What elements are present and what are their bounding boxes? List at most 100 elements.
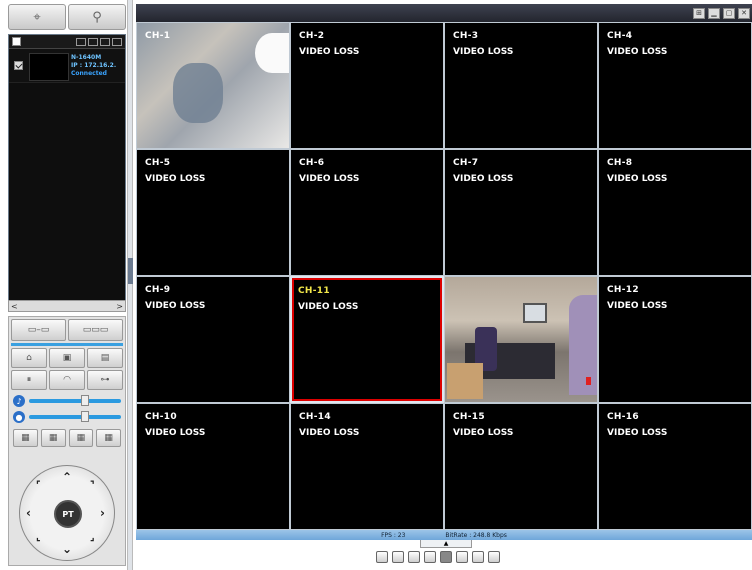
select-all-checkbox[interactable]: [12, 37, 21, 46]
multi-connect-button[interactable]: ▭▭▭: [68, 319, 123, 341]
channel-cell[interactable]: CH-1: [136, 22, 290, 149]
preset-3-icon[interactable]: ▦: [68, 429, 94, 447]
channel-cell[interactable]: CH-12 VIDEO LOSS: [598, 276, 752, 403]
camera-image: [255, 33, 289, 73]
video-loss-label: VIDEO LOSS: [299, 174, 360, 184]
video-loss-label: VIDEO LOSS: [145, 428, 206, 438]
layout-icon[interactable]: ▤: [87, 348, 123, 368]
ptz-upleft-icon[interactable]: ⌜: [36, 480, 41, 491]
channel-cell[interactable]: CH-5 VIDEO LOSS: [136, 149, 290, 276]
video-loss-label: VIDEO LOSS: [299, 428, 360, 438]
expand-tab[interactable]: ▲: [420, 540, 472, 548]
volume-slider[interactable]: ♪: [13, 394, 121, 408]
splitter-grip[interactable]: [128, 258, 133, 284]
channel-cell[interactable]: CH-14 VIDEO LOSS: [290, 403, 444, 530]
capture-icon[interactable]: ▣: [49, 348, 85, 368]
layout-9-icon[interactable]: [424, 551, 436, 563]
channel-cell[interactable]: CH-10 VIDEO LOSS: [136, 403, 290, 530]
video-loss-label: VIDEO LOSS: [607, 301, 668, 311]
scroll-right-icon[interactable]: >: [116, 302, 123, 311]
video-loss-label: VIDEO LOSS: [145, 174, 206, 184]
bitrate-readout: BitRate : 248.8 Kbps: [445, 531, 507, 539]
close-icon[interactable]: ✕: [738, 7, 750, 19]
channel-cell[interactable]: CH-15 VIDEO LOSS: [444, 403, 598, 530]
device-thumbnail: [29, 53, 69, 81]
home-icon[interactable]: ⌂: [11, 348, 47, 368]
channel-cell[interactable]: CH-4 VIDEO LOSS: [598, 22, 752, 149]
channel-cell[interactable]: CH-7 VIDEO LOSS: [444, 149, 598, 276]
layout-1-icon[interactable]: [376, 551, 388, 563]
mic-knob[interactable]: [81, 411, 89, 422]
channel-cell[interactable]: CH-16 VIDEO LOSS: [598, 403, 752, 530]
scroll-left-icon[interactable]: <: [11, 302, 18, 311]
preset-2-icon[interactable]: ▦: [40, 429, 66, 447]
layout-next-icon[interactable]: [472, 551, 484, 563]
channel-cell-selected[interactable]: CH-11 VIDEO LOSS: [292, 278, 442, 401]
channel-grid: CH-1 CH-2 VIDEO LOSS CH-3 VIDEO LOSS CH-4 V…: [136, 22, 752, 530]
video-loss-label: VIDEO LOSS: [145, 301, 206, 311]
preset-1-icon[interactable]: ▦: [13, 429, 38, 447]
layout-buttons: [376, 551, 500, 563]
mic-icon: ●: [13, 411, 25, 423]
camera-image: [173, 63, 223, 123]
fps-readout: FPS : 23: [381, 531, 406, 539]
ptz-upright-icon[interactable]: ⌝: [90, 480, 95, 491]
channel-cell[interactable]: CH-6 VIDEO LOSS: [290, 149, 444, 276]
device-row[interactable]: N-1640M IP : 172.16.2. Connected: [9, 49, 125, 83]
channel-label: CH-16: [607, 412, 639, 422]
layout-prev-icon[interactable]: [456, 551, 468, 563]
channel-cell[interactable]: CH-3 VIDEO LOSS: [444, 22, 598, 149]
channel-cell[interactable]: [444, 276, 598, 403]
device-info: N-1640M IP : 172.16.2. Connected: [71, 54, 116, 78]
zoom-icon[interactable]: [88, 37, 98, 46]
video-loss-label: VIDEO LOSS: [607, 174, 668, 184]
key-icon[interactable]: ⊶: [87, 370, 123, 390]
title-bar: ⊞ ▁ ▢ ✕: [136, 4, 752, 22]
horizontal-scrollbar[interactable]: < >: [8, 300, 126, 312]
maximize-icon[interactable]: ▢: [723, 7, 735, 19]
ptz-up-icon[interactable]: ⌃: [62, 470, 72, 484]
camera-image: [569, 295, 597, 395]
ptz-downright-icon[interactable]: ⌟: [90, 532, 95, 543]
crosshair-icon[interactable]: ⌖: [8, 4, 66, 30]
channel-label: CH-6: [299, 158, 325, 168]
view-icon[interactable]: [76, 37, 86, 46]
record-indicator-icon: [586, 377, 591, 385]
audio-icon[interactable]: ◠: [49, 370, 85, 390]
camera-image: [447, 363, 483, 399]
main-view: ⊞ ▁ ▢ ✕ CH-1 CH-2 VIDEO LOSS CH-3 VIDEO LO…: [136, 4, 752, 570]
layout-6-icon[interactable]: [408, 551, 420, 563]
ptz-down-icon[interactable]: ⌄: [62, 542, 72, 556]
ptz-right-icon[interactable]: ›: [100, 506, 105, 520]
connect-button[interactable]: ▭–▭: [11, 319, 66, 341]
layout-4-icon[interactable]: [392, 551, 404, 563]
device-status: Connected: [71, 70, 107, 77]
ptz-left-icon[interactable]: ‹: [26, 506, 31, 520]
search-icon[interactable]: ⚲: [68, 4, 126, 30]
device-name: N-1640M: [71, 54, 102, 61]
device-checkbox[interactable]: [14, 61, 23, 70]
minimize-icon[interactable]: ▁: [708, 7, 720, 19]
pause-icon[interactable]: ⏸: [11, 370, 47, 390]
channel-label: CH-3: [453, 31, 479, 41]
channel-cell[interactable]: CH-2 VIDEO LOSS: [290, 22, 444, 149]
ptz-downleft-icon[interactable]: ⌞: [36, 532, 41, 543]
channel-label: CH-15: [453, 412, 485, 422]
channel-label: CH-10: [145, 412, 177, 422]
mic-slider[interactable]: ●: [13, 410, 121, 424]
grid-view-icon[interactable]: ⊞: [693, 7, 705, 19]
channel-label: CH-14: [299, 412, 331, 422]
volume-knob[interactable]: [81, 395, 89, 406]
record-icon[interactable]: [100, 37, 110, 46]
channel-cell[interactable]: CH-8 VIDEO LOSS: [598, 149, 752, 276]
layout-16-icon[interactable]: [440, 551, 452, 563]
channel-cell[interactable]: CH-9 VIDEO LOSS: [136, 276, 290, 403]
ptz-center-button[interactable]: PT: [54, 500, 82, 528]
panel-splitter[interactable]: [127, 0, 133, 570]
video-loss-label: VIDEO LOSS: [453, 174, 514, 184]
layout-full-icon[interactable]: [488, 551, 500, 563]
snapshot-icon[interactable]: [112, 37, 122, 46]
ptz-control[interactable]: ⌃ ⌄ ‹ › ⌜ ⌝ ⌞ ⌟ PT: [19, 465, 115, 561]
device-list: N-1640M IP : 172.16.2. Connected: [8, 34, 126, 312]
preset-4-icon[interactable]: ▦: [96, 429, 121, 447]
